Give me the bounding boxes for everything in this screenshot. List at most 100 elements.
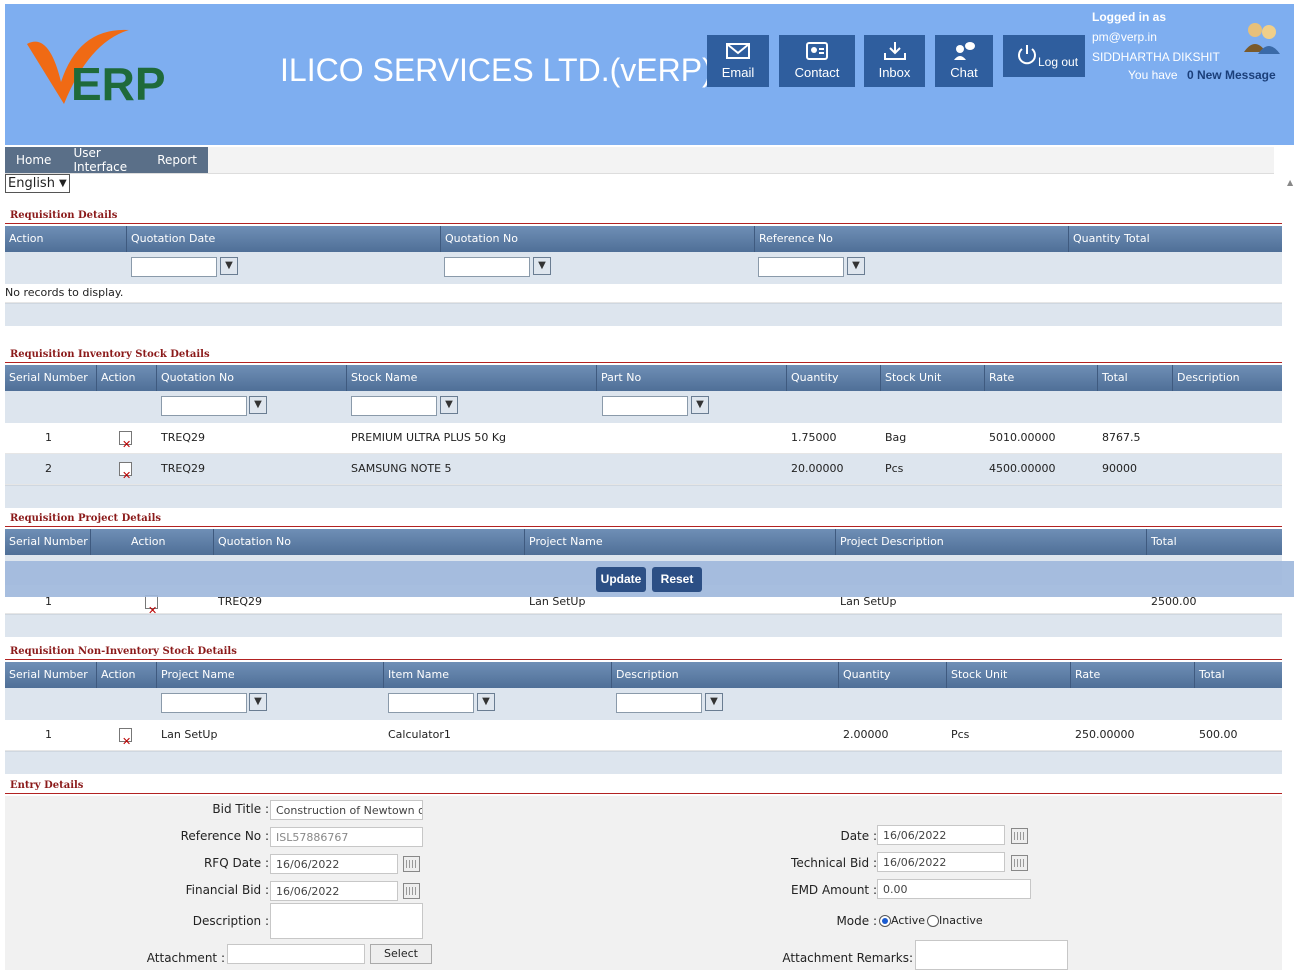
update-button[interactable]: Update [596, 567, 646, 592]
col-stock-unit[interactable]: Stock Unit [947, 662, 1071, 688]
col-quantity[interactable]: Quantity [787, 365, 881, 391]
email-icon [726, 43, 750, 59]
calendar-icon[interactable] [1011, 828, 1028, 844]
radio-inactive[interactable] [927, 915, 940, 927]
contact-button[interactable]: Contact [779, 35, 855, 87]
col-project-name[interactable]: Project Name [157, 662, 384, 688]
col-description[interactable]: Description [1173, 365, 1282, 391]
table-row: 1 Lan SetUp Calculator1 2.00000 Pcs 250.… [5, 720, 1282, 757]
delete-icon[interactable] [115, 454, 132, 491]
description-textarea[interactable] [270, 903, 423, 939]
mode-radio-group: Active Inactive [879, 914, 983, 927]
filter-item-name[interactable] [388, 693, 474, 713]
filter-reference-no[interactable] [758, 257, 844, 277]
filter-quotation-date[interactable] [131, 257, 217, 277]
col-action[interactable]: Action [97, 662, 157, 688]
col-serial-number[interactable]: Serial Number [5, 365, 97, 391]
col-serial-number[interactable]: Serial Number [5, 529, 91, 555]
filter-stock-name[interactable] [351, 396, 437, 416]
col-quotation-no[interactable]: Quotation No [157, 365, 347, 391]
filter-icon[interactable]: ▼ [249, 693, 267, 711]
emd-amount-input[interactable]: 0.00 [877, 879, 1031, 899]
filter-icon[interactable]: ▼ [533, 257, 551, 275]
new-messages-link[interactable]: 0 New Message [1187, 68, 1276, 82]
col-part-no[interactable]: Part No [597, 365, 787, 391]
col-item-name[interactable]: Item Name [384, 662, 612, 688]
attachment-input[interactable] [227, 944, 365, 964]
col-action[interactable]: Action [97, 365, 157, 391]
menu-report[interactable]: Report [146, 153, 208, 167]
inbox-icon [883, 42, 906, 60]
radio-active[interactable] [879, 915, 891, 927]
action-bar: Update Reset [5, 561, 1294, 597]
filter-quotation-no[interactable] [161, 396, 247, 416]
scroll-up-icon[interactable]: ▲ [1287, 178, 1293, 187]
col-quantity[interactable]: Quantity [839, 662, 947, 688]
col-quotation-no[interactable]: Quotation No [214, 529, 525, 555]
select-file-button[interactable]: Select [370, 944, 432, 964]
col-total[interactable]: Total [1195, 662, 1282, 688]
filter-icon[interactable]: ▼ [249, 396, 267, 414]
logout-button[interactable]: Log out [1003, 35, 1085, 77]
col-quantity-total[interactable]: Quantity Total [1069, 226, 1282, 252]
attachment-label: Attachment : [146, 951, 225, 965]
calendar-icon[interactable] [403, 856, 420, 872]
email-button[interactable]: Email [707, 35, 769, 87]
attachment-remarks-input[interactable] [915, 940, 1068, 970]
inbox-button[interactable]: Inbox [864, 35, 925, 87]
col-project-description[interactable]: Project Description [836, 529, 1147, 555]
filter-icon[interactable]: ▼ [477, 693, 495, 711]
col-action[interactable]: Action [91, 529, 214, 555]
no-records-text: No records to display. [5, 286, 124, 299]
calendar-icon[interactable] [403, 883, 420, 899]
col-rate[interactable]: Rate [985, 365, 1098, 391]
calendar-icon[interactable] [1011, 855, 1028, 871]
menu-home[interactable]: Home [5, 153, 62, 167]
delete-icon[interactable] [115, 720, 132, 757]
filter-description[interactable] [616, 693, 702, 713]
rfq-date-input[interactable]: 16/06/2022 [270, 854, 398, 874]
col-quotation-no[interactable]: Quotation No [441, 226, 755, 252]
col-action[interactable]: Action [5, 226, 127, 252]
col-rate[interactable]: Rate [1071, 662, 1195, 688]
chat-button[interactable]: Chat [935, 35, 993, 87]
rfq-date-label: RFQ Date : [203, 856, 269, 870]
col-reference-no[interactable]: Reference No [755, 226, 1069, 252]
col-quotation-date[interactable]: Quotation Date [127, 226, 441, 252]
language-select[interactable]: English ▼ [5, 174, 70, 193]
col-total[interactable]: Total [1147, 529, 1282, 555]
date-input[interactable]: 16/06/2022 [877, 825, 1005, 845]
verp-logo: ERP [27, 29, 166, 110]
non-inventory-grid: Serial Number Action Project Name Item N… [5, 662, 1282, 774]
grid-footer [5, 303, 1282, 326]
technical-bid-input[interactable]: 16/06/2022 [877, 852, 1005, 872]
menu-user-interface[interactable]: User Interface [62, 146, 146, 174]
col-stock-name[interactable]: Stock Name [347, 365, 597, 391]
col-stock-unit[interactable]: Stock Unit [881, 365, 985, 391]
financial-bid-input[interactable]: 16/06/2022 [270, 881, 398, 901]
filter-icon[interactable]: ▼ [440, 396, 458, 414]
delete-icon[interactable] [115, 423, 132, 460]
filter-project-name[interactable] [161, 693, 247, 713]
non-inventory-title: Requisition Non-Inventory Stock Details [10, 646, 237, 657]
power-icon [1015, 43, 1039, 70]
entry-details-form: Bid Title : Construction of Newtown o Re… [5, 796, 1282, 970]
section-divider [5, 526, 1282, 527]
section-divider [5, 793, 1282, 794]
col-project-name[interactable]: Project Name [525, 529, 836, 555]
filter-quotation-no[interactable] [444, 257, 530, 277]
bid-title-input[interactable]: Construction of Newtown o [270, 800, 423, 820]
filter-icon[interactable]: ▼ [220, 257, 238, 275]
filter-icon[interactable]: ▼ [691, 396, 709, 414]
grid-footer [5, 751, 1282, 774]
filter-icon[interactable]: ▼ [847, 257, 865, 275]
table-row: 1 TREQ29 PREMIUM ULTRA PLUS 50 Kg 1.7500… [5, 423, 1282, 460]
col-description[interactable]: Description [612, 662, 839, 688]
reference-no-input[interactable]: ISL57886767 [270, 827, 423, 847]
reset-button[interactable]: Reset [652, 567, 702, 592]
filter-part-no[interactable] [602, 396, 688, 416]
col-total[interactable]: Total [1098, 365, 1173, 391]
date-label: Date : [840, 829, 877, 843]
filter-icon[interactable]: ▼ [705, 693, 723, 711]
col-serial-number[interactable]: Serial Number [5, 662, 97, 688]
